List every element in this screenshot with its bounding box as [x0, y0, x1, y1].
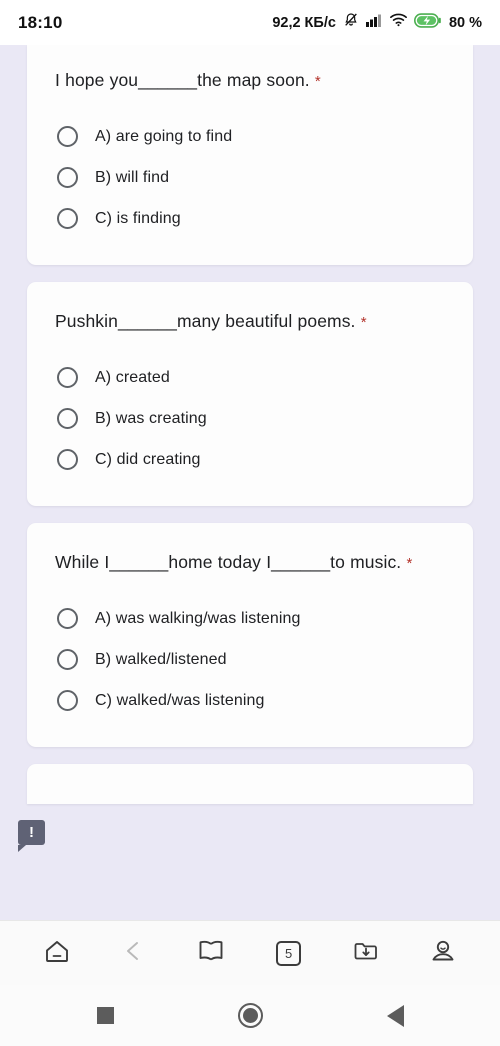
- radio-option[interactable]: B) was creating: [55, 398, 445, 439]
- option-label: B) will find: [95, 168, 170, 186]
- bookmarks-book-icon: [196, 938, 226, 969]
- browser-toolbar: 5: [0, 920, 500, 985]
- required-asterisk: *: [406, 555, 413, 573]
- radio-option[interactable]: A) created: [55, 357, 445, 398]
- option-list: A) created B) was creating C) did creati…: [55, 357, 445, 480]
- question-text: Pushkin______many beautiful poems. *: [55, 308, 445, 335]
- back-button[interactable]: [111, 930, 157, 976]
- question-card: While I______home today I______to music.…: [27, 523, 473, 748]
- radio-circle-icon[interactable]: [57, 449, 78, 471]
- question-card: Pushkin______many beautiful poems. * A) …: [27, 282, 473, 507]
- downloads-folder-icon: [351, 938, 381, 969]
- radio-circle-icon[interactable]: [57, 208, 78, 230]
- tab-count-label: 5: [285, 945, 293, 961]
- home-icon: [42, 936, 72, 971]
- question-card-partial: [27, 764, 473, 805]
- question-card: I hope you______the map soon. * A) are g…: [27, 45, 473, 266]
- home-button-system[interactable]: [230, 996, 270, 1036]
- radio-option[interactable]: A) are going to find: [55, 116, 445, 157]
- required-asterisk: *: [314, 73, 321, 90]
- warning-badge[interactable]: !: [18, 820, 45, 852]
- status-bar-clock: 18:10: [18, 12, 63, 32]
- battery-charging-icon: [413, 12, 441, 33]
- radio-circle-icon[interactable]: [57, 690, 78, 712]
- recents-square-icon: [96, 1007, 114, 1024]
- radio-option[interactable]: C) did creating: [55, 439, 445, 480]
- radio-circle-icon[interactable]: [57, 608, 78, 630]
- profile-button[interactable]: [420, 930, 466, 976]
- system-navigation-bar: [0, 985, 500, 1046]
- home-button[interactable]: [34, 930, 80, 976]
- option-label: A) are going to find: [95, 127, 233, 145]
- radio-circle-icon[interactable]: [57, 408, 78, 430]
- radio-option[interactable]: A) was walking/was listening: [55, 598, 445, 639]
- option-label: C) is finding: [95, 209, 181, 227]
- required-asterisk: *: [360, 314, 367, 332]
- recents-button[interactable]: [85, 996, 125, 1036]
- warning-badge-label: !: [29, 824, 34, 841]
- status-bar: 18:10 92,2 КБ/с 80 %: [0, 0, 500, 45]
- profile-account-icon: [429, 937, 457, 970]
- wifi-icon: [389, 13, 407, 32]
- radio-circle-icon[interactable]: [57, 649, 78, 671]
- back-chevron-icon: [121, 938, 147, 969]
- radio-circle-icon[interactable]: [57, 126, 78, 148]
- home-circle-icon: [237, 1003, 263, 1028]
- option-list: A) are going to find B) will find C) is …: [55, 116, 445, 239]
- question-text-body: Pushkin______many beautiful poems.: [55, 311, 356, 332]
- option-label: C) did creating: [95, 450, 201, 468]
- option-label: B) was creating: [95, 409, 207, 427]
- back-triangle-icon: [386, 1004, 404, 1027]
- battery-percent-text: 80 %: [448, 14, 482, 31]
- radio-circle-icon[interactable]: [57, 367, 78, 389]
- network-speed-text: 92,2 КБ/с: [272, 14, 336, 31]
- radio-option[interactable]: C) is finding: [55, 198, 445, 239]
- back-button-system[interactable]: [375, 996, 415, 1036]
- option-list: A) was walking/was listening B) walked/l…: [55, 598, 445, 721]
- downloads-button[interactable]: [343, 930, 389, 976]
- radio-option[interactable]: B) walked/listened: [55, 639, 445, 680]
- option-label: A) was walking/was listening: [95, 609, 301, 627]
- question-text: I hope you______the map soon. *: [55, 67, 445, 94]
- option-label: C) walked/was listening: [95, 691, 265, 709]
- radio-circle-icon[interactable]: [57, 167, 78, 189]
- form-scroll-area[interactable]: I hope you______the map soon. * A) are g…: [0, 45, 500, 920]
- radio-option[interactable]: C) walked/was listening: [55, 680, 445, 721]
- radio-option[interactable]: B) will find: [55, 157, 445, 198]
- bell-muted-icon: [343, 12, 359, 33]
- tab-switcher-button[interactable]: 5: [266, 930, 312, 976]
- status-bar-indicators: 92,2 КБ/с 80 %: [272, 12, 482, 33]
- question-text-body: I hope you______the map soon.: [55, 70, 310, 90]
- bookmarks-button[interactable]: [188, 930, 234, 976]
- question-text-body: While I______home today I______to music.: [55, 552, 402, 573]
- signal-bars-icon: [365, 13, 383, 32]
- option-label: B) walked/listened: [95, 650, 227, 668]
- question-text: While I______home today I______to music.…: [55, 549, 445, 576]
- option-label: A) created: [95, 368, 170, 386]
- tab-counter-icon: 5: [276, 940, 302, 966]
